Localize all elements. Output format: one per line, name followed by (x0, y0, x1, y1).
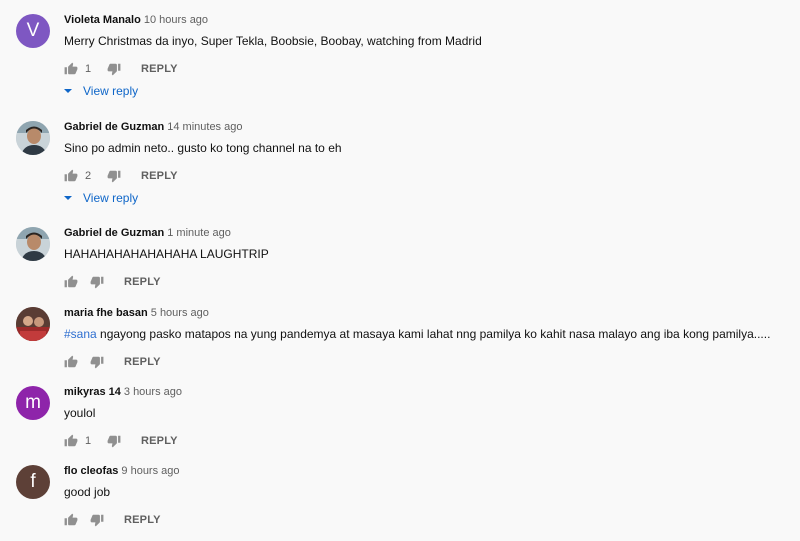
view-reply-label: View reply (83, 84, 139, 98)
timestamp[interactable]: 10 hours ago (144, 14, 208, 26)
avatar[interactable] (16, 307, 50, 341)
like-button[interactable] (64, 62, 78, 76)
comment-text: Sino po admin neto.. gusto ko tong chann… (64, 141, 342, 155)
avatar-letter: m (25, 392, 41, 413)
dislike-button[interactable] (90, 275, 104, 289)
comment-header: Violeta Manalo 10 hours ago (64, 14, 208, 26)
view-reply-button[interactable]: View reply (63, 84, 138, 98)
timestamp[interactable]: 3 hours ago (124, 386, 182, 398)
like-button[interactable] (64, 169, 78, 183)
author-name[interactable]: Violeta Manalo (64, 14, 141, 26)
timestamp[interactable]: 9 hours ago (121, 465, 179, 477)
comment-header: Gabriel de Guzman 14 minutes ago (64, 121, 242, 133)
profile-photo-icon (16, 121, 50, 155)
comment-text-body: ngayong pasko matapos na yung pandemya a… (96, 327, 771, 341)
avatar-letter: V (26, 20, 40, 41)
like-count: 1 (85, 435, 92, 447)
thumbs-up-icon (64, 355, 78, 368)
comment-actions: 2 REPLY (64, 168, 178, 184)
thumbs-up-icon (64, 513, 78, 526)
thumbs-down-icon (107, 435, 121, 448)
reply-button[interactable]: REPLY (124, 276, 161, 288)
thumbs-down-icon (107, 63, 121, 76)
like-button[interactable] (64, 513, 78, 527)
comment-header: Gabriel de Guzman 1 minute ago (64, 227, 231, 239)
author-name[interactable]: maria fhe basan (64, 307, 148, 319)
comment-text: #sana ngayong pasko matapos na yung pand… (64, 327, 770, 341)
avatar[interactable] (16, 227, 50, 261)
avatar[interactable]: f (16, 465, 50, 499)
avatar[interactable] (16, 121, 50, 155)
avatar-letter: f (30, 471, 36, 492)
comment-actions: REPLY (64, 354, 161, 370)
author-name[interactable]: Gabriel de Guzman (64, 121, 164, 133)
like-count: 1 (85, 63, 92, 75)
author-name[interactable]: flo cleofas (64, 465, 118, 477)
hashtag-link[interactable]: #sana (64, 327, 97, 341)
thumbs-down-icon (90, 356, 104, 369)
profile-photo-icon (16, 307, 50, 341)
comment-text: good job (64, 485, 111, 499)
comment-header: maria fhe basan 5 hours ago (64, 307, 209, 319)
reply-button[interactable]: REPLY (124, 514, 161, 526)
dislike-button[interactable] (107, 169, 121, 183)
comment-text: HAHAHAHAHAHAHAHA LAUGHTRIP (64, 247, 269, 261)
thumbs-up-icon (64, 434, 78, 447)
avatar[interactable]: V (16, 14, 50, 48)
dislike-button[interactable] (107, 434, 121, 448)
comment-actions: 1 REPLY (64, 61, 178, 77)
like-count: 2 (85, 170, 92, 182)
comment-actions: REPLY (64, 512, 161, 528)
like-button[interactable] (64, 355, 78, 369)
thumbs-down-icon (107, 170, 121, 183)
comment-actions: REPLY (64, 274, 161, 290)
dislike-button[interactable] (90, 355, 104, 369)
caret-down-icon (64, 196, 72, 200)
thumbs-up-icon (64, 169, 78, 182)
view-reply-button[interactable]: View reply (63, 191, 138, 205)
like-button[interactable] (64, 275, 78, 289)
dislike-button[interactable] (107, 62, 121, 76)
author-name[interactable]: mikyras 14 (64, 386, 121, 398)
thumbs-down-icon (90, 276, 104, 289)
profile-photo-icon (16, 227, 50, 261)
thumbs-up-icon (64, 62, 78, 75)
comment-text: Merry Christmas da inyo, Super Tekla, Bo… (64, 34, 482, 48)
dislike-button[interactable] (90, 513, 104, 527)
comment-actions: 1 REPLY (64, 433, 178, 449)
author-name[interactable]: Gabriel de Guzman (64, 227, 164, 239)
timestamp[interactable]: 1 minute ago (167, 227, 231, 239)
timestamp[interactable]: 14 minutes ago (167, 121, 242, 133)
like-button[interactable] (64, 434, 78, 448)
avatar[interactable]: m (16, 386, 50, 420)
caret-down-icon (64, 89, 72, 93)
thumbs-up-icon (64, 275, 78, 288)
reply-button[interactable]: REPLY (141, 170, 178, 182)
reply-button[interactable]: REPLY (124, 356, 161, 368)
view-reply-label: View reply (83, 191, 139, 205)
comment-header: flo cleofas 9 hours ago (64, 465, 180, 477)
reply-button[interactable]: REPLY (141, 435, 178, 447)
comment-header: mikyras 14 3 hours ago (64, 386, 182, 398)
thumbs-down-icon (90, 514, 104, 527)
timestamp[interactable]: 5 hours ago (151, 307, 209, 319)
reply-button[interactable]: REPLY (141, 63, 178, 75)
comment-text: youlol (64, 406, 96, 420)
